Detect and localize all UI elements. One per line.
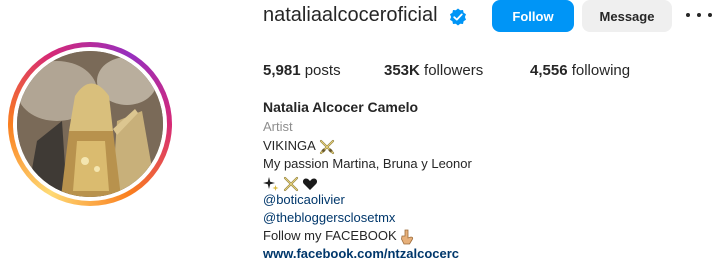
message-button[interactable]: Message [582,0,672,32]
bio-line-text: VIKINGA [263,138,316,153]
avatar-gap [13,47,167,201]
bio-line-passion: My passion Martina, Bruna y Leonor [263,156,472,171]
following-stat[interactable]: 4,556 following [530,62,630,79]
following-count: 4,556 [530,62,568,79]
bio-line-facebook: Follow my FACEBOOK [263,226,414,245]
avatar-photo [17,51,163,197]
verified-badge-icon [450,8,466,26]
followers-label: followers [424,62,484,79]
profile-avatar[interactable] [17,51,163,197]
bio-line-vikinga: VIKINGA [263,136,335,155]
crossed-swords-icon [319,139,334,154]
more-options-icon[interactable] [686,4,712,26]
bio-line-text: Follow my FACEBOOK [263,228,397,243]
external-link[interactable]: www.facebook.com/ntzalcocerc [263,244,459,263]
profile-username: nataliaalcoceroficial [263,4,438,26]
follow-button[interactable]: Follow [492,0,574,32]
dot [697,13,701,17]
following-label: following [571,62,631,79]
posts-stat: 5,981 posts [263,62,341,79]
dot [708,13,712,17]
profile-avatar-ring[interactable] [8,42,172,206]
followers-stat[interactable]: 353K followers [384,62,483,79]
followers-count: 353K [384,62,420,79]
full-name: Natalia Alcocer Camelo [263,99,419,115]
posts-count: 5,981 [263,62,301,79]
pointing-down-hand-icon [401,229,414,244]
category-label: Artist [263,119,293,134]
mention-link-boticaolivier[interactable]: @boticaolivier [263,190,345,209]
mention-link-thebloggerscloset[interactable]: @thebloggersclosetmx [263,208,395,227]
posts-label: posts [304,62,341,79]
dot [686,13,690,17]
